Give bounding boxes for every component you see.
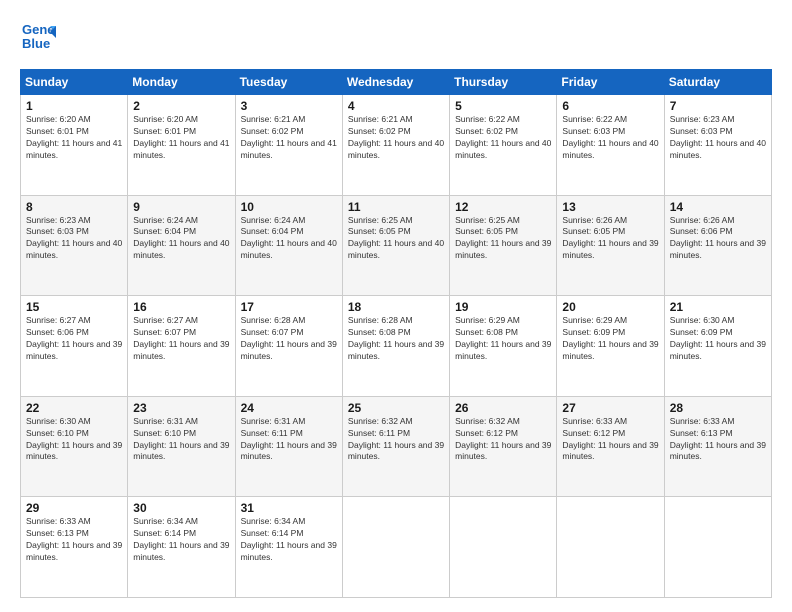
calendar-cell-24: 24Sunrise: 6:31 AMSunset: 6:11 PMDayligh… [235,396,342,497]
calendar-cell-28: 28Sunrise: 6:33 AMSunset: 6:13 PMDayligh… [664,396,771,497]
calendar-cell-18: 18Sunrise: 6:28 AMSunset: 6:08 PMDayligh… [342,296,449,397]
calendar-cell-19: 19Sunrise: 6:29 AMSunset: 6:08 PMDayligh… [450,296,557,397]
calendar-cell-7: 7Sunrise: 6:23 AMSunset: 6:03 PMDaylight… [664,95,771,196]
calendar-header-row: SundayMondayTuesdayWednesdayThursdayFrid… [21,70,772,95]
calendar-cell-15: 15Sunrise: 6:27 AMSunset: 6:06 PMDayligh… [21,296,128,397]
logo-icon: General Blue [20,18,56,54]
calendar-cell-23: 23Sunrise: 6:31 AMSunset: 6:10 PMDayligh… [128,396,235,497]
calendar-cell-17: 17Sunrise: 6:28 AMSunset: 6:07 PMDayligh… [235,296,342,397]
calendar-cell-13: 13Sunrise: 6:26 AMSunset: 6:05 PMDayligh… [557,195,664,296]
empty-cell [450,497,557,598]
calendar-cell-10: 10Sunrise: 6:24 AMSunset: 6:04 PMDayligh… [235,195,342,296]
calendar-cell-26: 26Sunrise: 6:32 AMSunset: 6:12 PMDayligh… [450,396,557,497]
calendar-week-0: 1Sunrise: 6:20 AMSunset: 6:01 PMDaylight… [21,95,772,196]
calendar-cell-14: 14Sunrise: 6:26 AMSunset: 6:06 PMDayligh… [664,195,771,296]
calendar-week-3: 22Sunrise: 6:30 AMSunset: 6:10 PMDayligh… [21,396,772,497]
col-header-thursday: Thursday [450,70,557,95]
calendar-table: SundayMondayTuesdayWednesdayThursdayFrid… [20,69,772,598]
col-header-friday: Friday [557,70,664,95]
calendar-cell-11: 11Sunrise: 6:25 AMSunset: 6:05 PMDayligh… [342,195,449,296]
calendar-cell-3: 3Sunrise: 6:21 AMSunset: 6:02 PMDaylight… [235,95,342,196]
calendar-cell-30: 30Sunrise: 6:34 AMSunset: 6:14 PMDayligh… [128,497,235,598]
calendar-cell-12: 12Sunrise: 6:25 AMSunset: 6:05 PMDayligh… [450,195,557,296]
svg-text:Blue: Blue [22,36,50,51]
col-header-sunday: Sunday [21,70,128,95]
calendar-week-4: 29Sunrise: 6:33 AMSunset: 6:13 PMDayligh… [21,497,772,598]
logo: General Blue [20,18,56,59]
calendar-cell-8: 8Sunrise: 6:23 AMSunset: 6:03 PMDaylight… [21,195,128,296]
col-header-saturday: Saturday [664,70,771,95]
calendar-body: 1Sunrise: 6:20 AMSunset: 6:01 PMDaylight… [21,95,772,598]
page: General Blue SundayMondayTuesdayWednesda… [0,0,792,612]
col-header-monday: Monday [128,70,235,95]
calendar-cell-4: 4Sunrise: 6:21 AMSunset: 6:02 PMDaylight… [342,95,449,196]
calendar-cell-5: 5Sunrise: 6:22 AMSunset: 6:02 PMDaylight… [450,95,557,196]
calendar-cell-21: 21Sunrise: 6:30 AMSunset: 6:09 PMDayligh… [664,296,771,397]
calendar-cell-16: 16Sunrise: 6:27 AMSunset: 6:07 PMDayligh… [128,296,235,397]
calendar-cell-27: 27Sunrise: 6:33 AMSunset: 6:12 PMDayligh… [557,396,664,497]
svg-text:General: General [22,22,56,37]
calendar-week-2: 15Sunrise: 6:27 AMSunset: 6:06 PMDayligh… [21,296,772,397]
empty-cell [664,497,771,598]
col-header-tuesday: Tuesday [235,70,342,95]
col-header-wednesday: Wednesday [342,70,449,95]
calendar-cell-1: 1Sunrise: 6:20 AMSunset: 6:01 PMDaylight… [21,95,128,196]
empty-cell [557,497,664,598]
calendar-cell-25: 25Sunrise: 6:32 AMSunset: 6:11 PMDayligh… [342,396,449,497]
calendar-cell-6: 6Sunrise: 6:22 AMSunset: 6:03 PMDaylight… [557,95,664,196]
calendar-cell-9: 9Sunrise: 6:24 AMSunset: 6:04 PMDaylight… [128,195,235,296]
calendar-week-1: 8Sunrise: 6:23 AMSunset: 6:03 PMDaylight… [21,195,772,296]
calendar-cell-2: 2Sunrise: 6:20 AMSunset: 6:01 PMDaylight… [128,95,235,196]
header: General Blue [20,18,772,59]
calendar-cell-31: 31Sunrise: 6:34 AMSunset: 6:14 PMDayligh… [235,497,342,598]
calendar-cell-29: 29Sunrise: 6:33 AMSunset: 6:13 PMDayligh… [21,497,128,598]
calendar-cell-22: 22Sunrise: 6:30 AMSunset: 6:10 PMDayligh… [21,396,128,497]
empty-cell [342,497,449,598]
calendar-cell-20: 20Sunrise: 6:29 AMSunset: 6:09 PMDayligh… [557,296,664,397]
